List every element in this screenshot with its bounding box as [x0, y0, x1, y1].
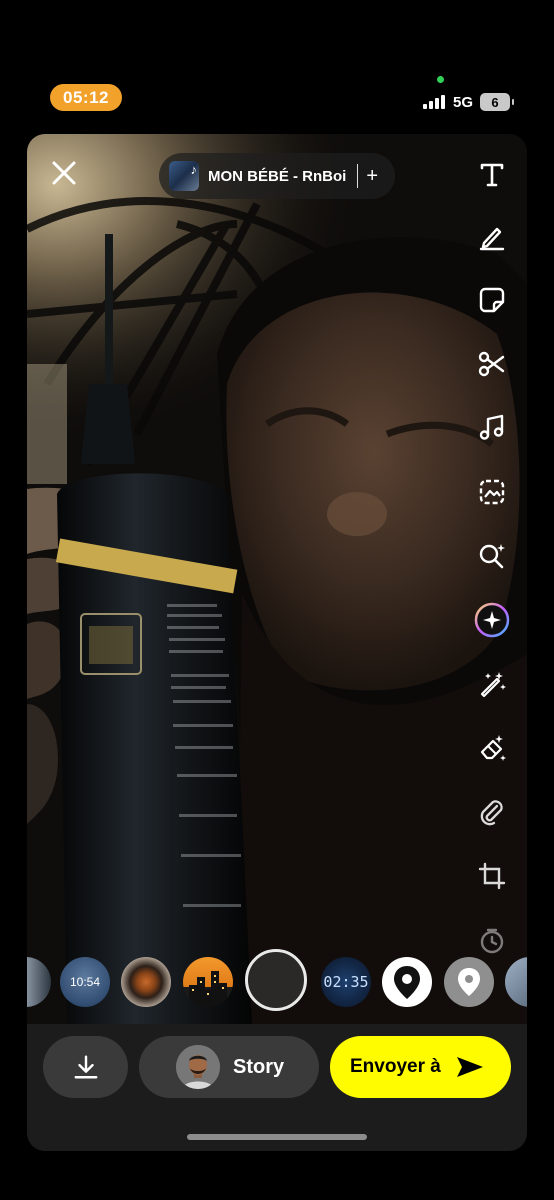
scissors-tool-button[interactable]: [467, 344, 517, 384]
network-type: 5G: [453, 94, 474, 111]
pencil-icon: [479, 227, 505, 251]
music-note-icon: [479, 414, 504, 440]
magic-wand-icon: [480, 672, 506, 698]
music-note-icon: ♪: [190, 162, 198, 177]
search-sparkle-icon: [479, 544, 505, 569]
music-title: MON BÉBÉ - RnBoi: [208, 167, 347, 185]
music-track-pill[interactable]: ♪ MON BÉBÉ - RnBoi +: [159, 153, 395, 199]
scan-tool-button[interactable]: [467, 472, 517, 512]
text-tool-button[interactable]: [467, 154, 517, 194]
send-to-button[interactable]: Envoyer à: [330, 1036, 511, 1098]
download-button[interactable]: [43, 1036, 128, 1098]
story-label: Story: [233, 1055, 285, 1078]
home-indicator: [187, 1134, 367, 1140]
status-time: 05:12: [50, 84, 122, 111]
draw-tool-button[interactable]: [467, 216, 517, 256]
privacy-indicator-dot: [437, 76, 444, 83]
sticker-icon: [479, 287, 505, 313]
lens-digital-clock[interactable]: 02:35: [321, 957, 371, 1007]
timer-tool-button[interactable]: [467, 920, 517, 960]
timer-icon: [480, 928, 504, 954]
lens-search-tool-button[interactable]: [467, 536, 517, 576]
eraser-tool-button[interactable]: [467, 728, 517, 768]
text-icon: [480, 163, 504, 187]
close-icon: [52, 161, 76, 185]
paperclip-icon: [480, 800, 503, 826]
music-tool-button[interactable]: [467, 408, 517, 448]
scan-image-icon: [479, 479, 505, 505]
attachment-tool-button[interactable]: [467, 792, 517, 832]
battery-icon: 6: [480, 93, 514, 111]
divider: [357, 164, 359, 188]
album-art: ♪: [169, 161, 199, 191]
story-button[interactable]: Story: [139, 1036, 319, 1098]
lens-coffee[interactable]: [121, 957, 171, 1007]
download-icon: [74, 1055, 97, 1079]
ai-sparkle-tool-button[interactable]: [467, 600, 517, 640]
sticker-tool-button[interactable]: [467, 280, 517, 320]
lens-location-grey[interactable]: [444, 957, 494, 1007]
map-pin-icon: [458, 968, 480, 996]
lens-clock-label: 02:35: [323, 973, 369, 991]
send-arrow-icon: [456, 1057, 483, 1077]
lens-time[interactable]: 10:54: [60, 957, 110, 1007]
add-music-button[interactable]: +: [366, 166, 378, 186]
battery-level: 6: [491, 94, 499, 110]
captured-photo: [27, 134, 527, 1024]
close-button[interactable]: [49, 158, 79, 188]
city-skyline-icon: [189, 971, 227, 1007]
capture-button[interactable]: [245, 949, 307, 1011]
magic-wand-tool-button[interactable]: [467, 664, 517, 704]
lens-city[interactable]: [183, 957, 233, 1007]
eraser-icon: [480, 735, 506, 761]
scissors-icon: [478, 351, 505, 377]
location-pin-icon: [394, 966, 420, 999]
bitmoji-avatar: [176, 1045, 220, 1089]
signal-icon: [423, 95, 445, 109]
snap-preview: ♪ MON BÉBÉ - RnBoi + 10:54 02:35 Story E…: [27, 134, 527, 1151]
bottom-action-bar: Story Envoyer à: [27, 1024, 527, 1151]
ai-sparkle-icon: [474, 602, 510, 638]
crop-tool-button[interactable]: [467, 856, 517, 896]
lens-location-pin[interactable]: [382, 957, 432, 1007]
send-to-label: Envoyer à: [350, 1056, 441, 1077]
crop-icon: [478, 862, 506, 890]
lens-time-label: 10:54: [69, 975, 101, 989]
